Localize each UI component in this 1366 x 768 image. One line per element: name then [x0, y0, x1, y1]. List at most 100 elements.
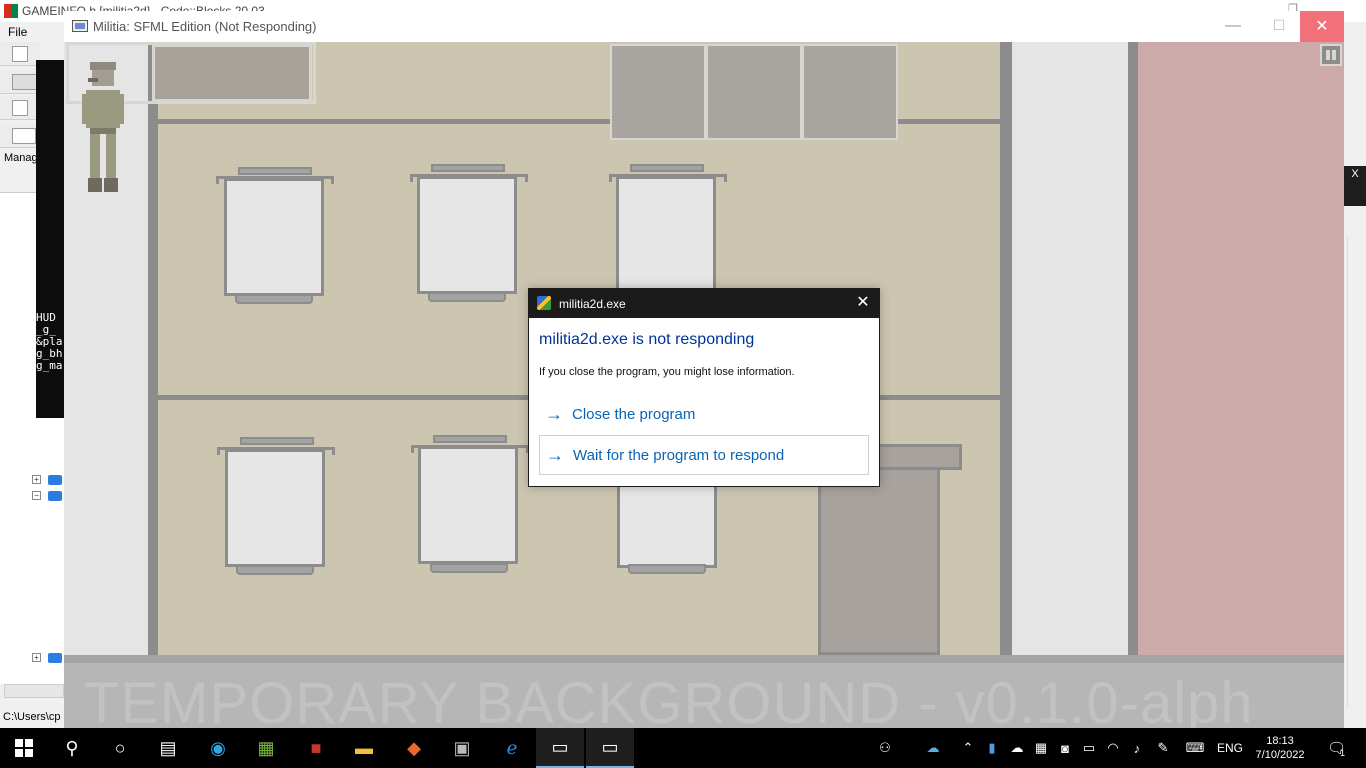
ide-menubar: File	[0, 22, 64, 42]
folder-icon	[48, 475, 62, 485]
start-icon[interactable]	[0, 728, 48, 768]
tray-monitor-icon[interactable]: ▦	[1030, 728, 1052, 768]
codeblocks-logo-icon	[4, 4, 18, 18]
window	[802, 44, 898, 140]
clock-date: 7/10/2022	[1255, 749, 1305, 761]
pause-icon[interactable]	[1320, 44, 1342, 66]
language-indicator[interactable]: ENG	[1214, 728, 1246, 768]
tray-app-icon[interactable]: ▮	[982, 728, 1002, 768]
table-headboard	[433, 435, 507, 443]
wait-program-label: Wait for the program to respond	[573, 447, 785, 464]
close-program-button[interactable]: → Close the program	[539, 395, 869, 435]
ide-toolbar-3	[0, 96, 40, 120]
show-hidden-icons-icon[interactable]: ⌃	[958, 728, 978, 768]
close-icon[interactable]: ✕	[1300, 11, 1344, 42]
minimize-icon[interactable]: —	[1210, 17, 1256, 37]
status-path: C:\Users\cp	[3, 711, 61, 723]
dialog-heading: militia2d.exe is not responding	[539, 331, 755, 348]
ide-toolbar-4	[0, 124, 40, 148]
game-window-icon[interactable]: ▭	[536, 728, 584, 768]
people-icon[interactable]: ⚇	[870, 728, 900, 768]
tree-expand-icon[interactable]: +	[32, 475, 41, 484]
cloud-icon[interactable]: ☁	[1006, 728, 1028, 768]
ide-toolbar-1	[0, 42, 40, 66]
wifi-icon[interactable]: ◠	[1102, 728, 1124, 768]
table	[225, 449, 325, 567]
notepad-icon[interactable]: ▦	[242, 728, 290, 768]
table-base	[430, 563, 508, 573]
close-program-label: Close the program	[572, 406, 696, 423]
folder-icon	[48, 491, 62, 501]
table-base	[628, 564, 706, 574]
console-output: HUD _g_ &pla g_bh g_ma	[36, 60, 64, 418]
table-headboard	[238, 167, 312, 175]
game-window-title: Militia: SFML Edition (Not Responding)	[93, 19, 317, 34]
table-base	[236, 565, 314, 575]
militia-app-icon	[537, 296, 551, 310]
console-line: g_ma	[36, 359, 63, 372]
photos-icon[interactable]: ▣	[438, 728, 486, 768]
dialog-title: militia2d.exe	[559, 297, 626, 311]
militia-window-icon[interactable]: ▭	[586, 728, 634, 768]
search-icon[interactable]: ⚲	[48, 728, 96, 768]
table-headboard	[240, 437, 314, 445]
notification-count: 1	[1340, 748, 1346, 758]
edge-icon[interactable]: ◉	[194, 728, 242, 768]
folder-icon	[48, 653, 62, 663]
clock[interactable]: 18:13 7/10/2022	[1250, 728, 1310, 768]
notification-center-icon[interactable]: 🗨 1	[1318, 728, 1354, 768]
table-base	[428, 292, 506, 302]
menu-file[interactable]: File	[8, 25, 27, 39]
game-titlebar: Militia: SFML Edition (Not Responding) —…	[64, 11, 1344, 42]
tree-expand-icon[interactable]: +	[32, 653, 41, 662]
arrow-right-icon: →	[545, 404, 563, 424]
pillar	[1000, 42, 1012, 655]
management-panel-label[interactable]: Manag	[4, 152, 38, 164]
maximize-icon[interactable]: ☐	[1256, 17, 1302, 37]
arrow-right-icon: →	[546, 445, 564, 465]
not-responding-dialog: militia2d.exe ✕ militia2d.exe is not res…	[528, 288, 880, 487]
horizontal-scrollbar[interactable]	[4, 684, 64, 698]
soldier-avatar	[82, 62, 124, 192]
volume-icon[interactable]: ♪	[1126, 728, 1148, 768]
wall	[1012, 42, 1128, 655]
taskbar: ⚲ ○ ▤ ◉ ▦ ■ ▬ ◆ ▣ ℯ ▭ ▭ ⚇ ☁ ⌃ ▮ ☁ ▦ ◙ ▭ …	[0, 728, 1366, 768]
wait-program-button[interactable]: → Wait for the program to respond	[539, 435, 869, 475]
window	[706, 44, 802, 140]
app-icon	[72, 20, 88, 32]
table	[224, 178, 324, 296]
panel-close-icon[interactable]: X	[1344, 166, 1366, 206]
battery-icon[interactable]: ▭	[1078, 728, 1100, 768]
file-explorer-icon[interactable]: ▬	[340, 728, 388, 768]
tree-collapse-icon[interactable]: −	[32, 491, 41, 500]
clock-time: 18:13	[1266, 735, 1294, 747]
git-icon[interactable]: ◆	[390, 728, 438, 768]
camera-icon[interactable]: ◙	[1054, 728, 1076, 768]
table-headboard	[431, 164, 505, 172]
table-headboard	[630, 164, 704, 172]
new-file-icon[interactable]	[12, 46, 28, 62]
pink-wall	[1138, 42, 1344, 655]
table	[616, 176, 716, 294]
background-watermark: TEMPORARY BACKGROUND - v0.1.0-alph	[84, 671, 1254, 728]
pillar	[1128, 42, 1138, 655]
task-view-icon[interactable]: ▤	[144, 728, 192, 768]
table	[418, 446, 518, 564]
table-base	[235, 294, 313, 304]
pen-icon[interactable]: ✎	[1152, 728, 1174, 768]
onedrive-icon[interactable]: ☁	[918, 728, 948, 768]
pillar	[148, 42, 158, 655]
keyboard-icon[interactable]: ⌨	[1180, 728, 1210, 768]
internet-explorer-icon[interactable]: ℯ	[488, 728, 536, 768]
cortana-icon[interactable]: ○	[96, 728, 144, 768]
vertical-scrollbar[interactable]	[1347, 236, 1363, 708]
winrar-icon[interactable]: ■	[292, 728, 340, 768]
debug-icon[interactable]	[12, 100, 28, 116]
dialog-titlebar: militia2d.exe ✕	[529, 289, 879, 318]
dialog-close-icon[interactable]: ✕	[851, 293, 875, 313]
ide-toolbar-2	[0, 70, 40, 94]
window	[610, 44, 706, 140]
table	[417, 176, 517, 294]
search-field[interactable]	[12, 128, 36, 144]
dialog-body-text: If you close the program, you might lose…	[539, 366, 795, 378]
